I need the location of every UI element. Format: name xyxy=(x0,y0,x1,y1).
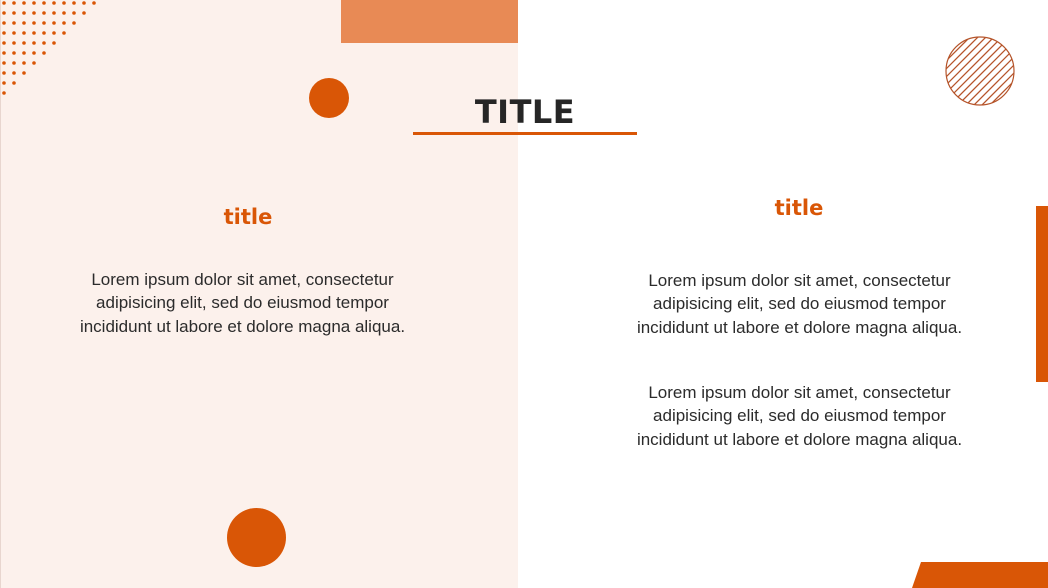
large-circle-decoration xyxy=(227,508,286,567)
left-column-paragraph: Lorem ipsum dolor sit amet, consectetur … xyxy=(79,270,406,336)
dot-pattern-decoration xyxy=(2,1,96,95)
small-circle-decoration xyxy=(309,78,349,118)
right-column-title: title xyxy=(774,196,824,220)
right-column-paragraph-1: Lorem ipsum dolor sit amet, consectetur … xyxy=(636,271,963,337)
slide-title: TITLE xyxy=(474,93,576,131)
bottom-right-trapezoid-decoration xyxy=(912,562,1048,588)
top-rectangle-decoration xyxy=(341,0,518,43)
hatched-circle-decoration xyxy=(945,36,1015,106)
right-column-paragraph-2: Lorem ipsum dolor sit amet, consectetur … xyxy=(636,383,963,449)
title-underline xyxy=(413,132,637,135)
right-edge-bar-decoration xyxy=(1036,206,1048,382)
left-column-title: title xyxy=(223,205,273,229)
